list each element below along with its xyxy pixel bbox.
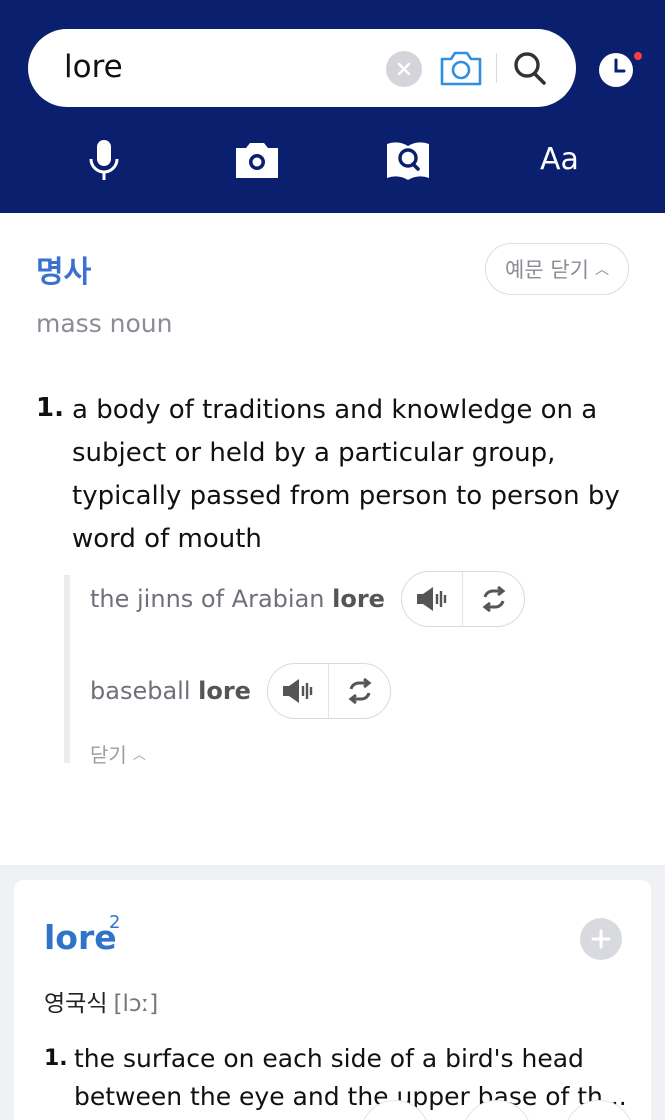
headword-superscript: 2 bbox=[109, 912, 121, 933]
entry-card: 명사 예문 닫기 ︿ mass noun 1. a body of tradit… bbox=[0, 213, 665, 865]
ipa-text: [lɔː] bbox=[113, 991, 159, 1017]
book-search-icon[interactable] bbox=[384, 138, 432, 184]
font-size-button[interactable]: Aa bbox=[540, 142, 584, 188]
chevron-up-icon: ︿ bbox=[132, 748, 146, 763]
notification-dot bbox=[634, 52, 642, 60]
entry-card-2: lore 2 영국식 [lɔː] 1. the surface on each s… bbox=[14, 880, 651, 1120]
definition-number: 1. bbox=[36, 393, 64, 423]
chevron-up-icon: ︿ bbox=[594, 262, 609, 278]
clear-icon bbox=[397, 62, 411, 76]
headword[interactable]: lore bbox=[44, 918, 117, 957]
camera-icon[interactable] bbox=[438, 48, 484, 88]
speaker-icon bbox=[417, 587, 447, 611]
pronunciation-label: 영국식 bbox=[44, 991, 108, 1017]
examples-bar bbox=[64, 575, 70, 763]
definition-number: 1. bbox=[44, 1046, 68, 1071]
play-audio-button[interactable] bbox=[402, 572, 463, 626]
repeat-audio-button[interactable] bbox=[463, 572, 524, 626]
search-icon[interactable] bbox=[510, 47, 550, 89]
close-examples-label: 닫기 bbox=[90, 743, 127, 767]
camera-tool-icon[interactable] bbox=[234, 138, 280, 184]
search-input[interactable]: lore bbox=[64, 49, 123, 85]
microphone-icon[interactable] bbox=[86, 138, 122, 184]
play-audio-button[interactable] bbox=[268, 664, 329, 718]
definition-text: a body of traditions and knowledge on a … bbox=[72, 395, 620, 554]
pronunciation: 영국식 [lɔː] bbox=[44, 984, 158, 1018]
example-sentence: the jinns of Arabian lore bbox=[90, 571, 525, 627]
example-audio-controls bbox=[400, 571, 525, 627]
clear-search-button[interactable] bbox=[386, 51, 422, 87]
part-of-speech-ko: 명사 bbox=[36, 255, 92, 290]
example-text: baseball lore bbox=[90, 677, 251, 705]
repeat-icon bbox=[482, 585, 506, 613]
example-text: the jinns of Arabian lore bbox=[90, 585, 385, 613]
toggle-examples-button[interactable]: 예문 닫기 ︿ bbox=[485, 243, 629, 295]
add-to-wordbook-button[interactable] bbox=[580, 918, 622, 960]
close-examples-link[interactable]: 닫기 ︿ bbox=[90, 739, 146, 768]
plus-icon bbox=[591, 929, 611, 949]
search-bar[interactable]: lore bbox=[28, 29, 576, 107]
repeat-audio-button[interactable] bbox=[329, 664, 390, 718]
app-header: lore Aa bbox=[0, 0, 665, 213]
part-of-speech-en: mass noun bbox=[36, 309, 173, 338]
search-bar-divider bbox=[496, 53, 497, 83]
example-sentence: baseball lore bbox=[90, 663, 391, 719]
toggle-examples-label: 예문 닫기 bbox=[505, 258, 589, 282]
example-audio-controls bbox=[266, 663, 391, 719]
repeat-icon bbox=[348, 677, 372, 705]
definition-text: the surface on each side of a bird's hea… bbox=[74, 1044, 627, 1111]
speaker-icon bbox=[283, 679, 313, 703]
history-clock-icon[interactable] bbox=[596, 50, 636, 90]
